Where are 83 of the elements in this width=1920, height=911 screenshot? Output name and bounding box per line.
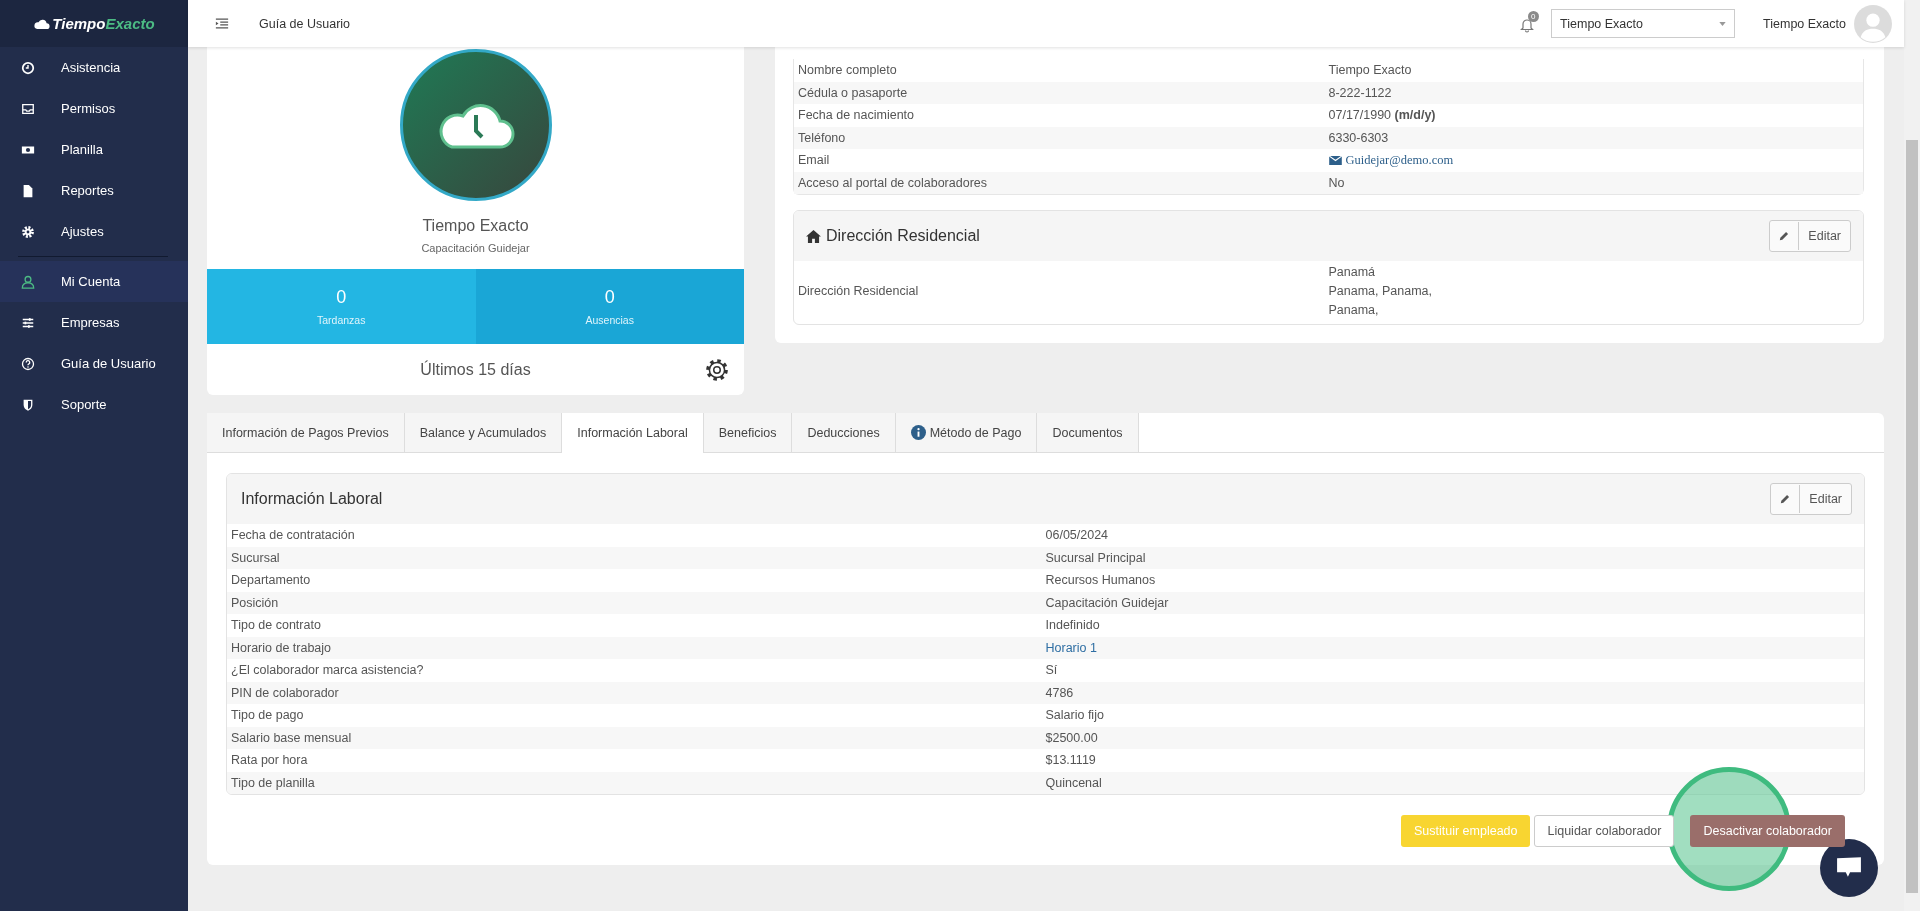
field-label: Nombre completo (798, 63, 898, 78)
field-value: Indefinido (1045, 618, 1101, 633)
field-label: Teléfono (798, 130, 847, 145)
edit-button[interactable]: Editar (1769, 220, 1851, 252)
stat-label: Tardanzas (317, 314, 366, 326)
profile-subtitle: Capacitación Guidejar (421, 242, 530, 254)
field-label: Tipo de pago (231, 708, 305, 723)
field-label: Rata por hora (231, 753, 309, 768)
field-value: 6330-6303 (1328, 130, 1390, 145)
sidebar-item[interactable]: Empresas (0, 302, 188, 343)
field-value: Capacitación Guidejar (1045, 595, 1170, 610)
field-link[interactable]: Horario 1 (1045, 640, 1097, 655)
email-link[interactable]: Guidejar@demo.com (1328, 152, 1454, 168)
home-icon (806, 229, 821, 243)
company-select[interactable]: Tiempo Exacto (1551, 9, 1736, 38)
stat-value: 0 (336, 287, 347, 308)
action-button[interactable]: Liquidar colaborador (1534, 815, 1675, 847)
field-value: 8-222-1122 (1328, 85, 1393, 100)
tab[interactable]: Documentos (1037, 413, 1139, 452)
address-line: Panamá (1328, 264, 1377, 281)
bell-icon (1519, 16, 1536, 33)
period-label: Últimos 15 días (420, 360, 531, 379)
field-label: Fecha de contratación (231, 528, 356, 543)
field-value: 4786 (1045, 685, 1075, 700)
tab[interactable]: Beneficios (703, 413, 793, 452)
field-label: Cédula o pasaporte (798, 85, 909, 100)
edit-button[interactable]: Editar (1770, 483, 1852, 515)
field-label: Tipo de planilla (231, 775, 316, 790)
field-value: $13.1119 (1045, 753, 1097, 768)
field-value: Recursos Humanos (1045, 573, 1157, 588)
field-label: Fecha de nacimiento (798, 108, 916, 123)
tab[interactable]: Deducciones (792, 413, 896, 452)
sidebar-item[interactable]: Reportes (0, 170, 188, 211)
cloud-icon (33, 17, 51, 30)
info-icon (910, 425, 926, 440)
field-value: Salario fijo (1045, 708, 1105, 723)
address-line: Panama, Panama, (1328, 283, 1434, 300)
address-line: Panama, (1328, 302, 1380, 319)
field-value: $2500.00 (1045, 730, 1099, 745)
profile-name: Tiempo Exacto (422, 217, 529, 235)
field-label: Horario de trabajo (231, 640, 333, 655)
field-label: Dirección Residencial (798, 283, 920, 300)
tab[interactable]: Información de Pagos Previos (207, 413, 405, 452)
field-value: No (1328, 175, 1346, 190)
tab[interactable]: Método de Pago (895, 413, 1038, 452)
settings-icon[interactable] (704, 356, 730, 383)
tab[interactable]: Balance y Acumulados (404, 413, 563, 452)
panel-title: Información Laboral (241, 490, 383, 508)
tab[interactable]: Información Laboral (562, 413, 704, 453)
action-button[interactable]: Desactivar colaborador (1690, 815, 1845, 847)
field-value: Quincenal (1045, 775, 1103, 790)
sidebar-item[interactable]: Planilla (0, 129, 188, 170)
field-value: Sí (1045, 663, 1059, 678)
scrollbar-thumb[interactable] (1906, 140, 1918, 893)
field-label: PIN de colaborador (231, 685, 340, 700)
stat-label: Ausencias (585, 314, 634, 326)
field-label: Salario base mensual (231, 730, 353, 745)
field-label: Email (798, 153, 831, 168)
stat-value: 0 (604, 287, 615, 308)
field-label: ¿El colaborador marca asistencia? (231, 663, 425, 678)
field-value: 06/05/2024 (1045, 528, 1110, 543)
page-title: Guía de Usuario (259, 16, 351, 31)
field-value: Tiempo Exacto (1328, 63, 1413, 78)
field-label: Posición (231, 595, 280, 610)
sidebar-item[interactable]: Guía de Usuario (0, 343, 188, 384)
envelope-icon (1328, 155, 1342, 165)
sidebar-item[interactable]: Permisos (0, 88, 188, 129)
notification-badge: 0 (1528, 10, 1539, 22)
sidebar-item[interactable]: Soporte (0, 384, 188, 425)
caret-icon (1719, 21, 1727, 26)
sidebar-item[interactable]: Mi Cuenta (0, 261, 188, 302)
panel-title: Dirección Residencial (826, 227, 980, 245)
field-value: 07/17/1990 (m/d/y) (1328, 108, 1437, 123)
field-label: Sucursal (231, 550, 281, 565)
brand-logo[interactable]: TiempoExacto (0, 0, 188, 47)
menu-icon[interactable] (215, 18, 229, 29)
field-value: Sucursal Principal (1045, 550, 1147, 565)
sidebar-item[interactable]: Ajustes (0, 211, 188, 252)
field-label: Tipo de contrato (231, 618, 322, 633)
user-name[interactable]: Tiempo Exacto (1763, 16, 1846, 31)
sidebar-item[interactable]: Asistencia (0, 47, 188, 88)
field-label: Acceso al portal de colaboradores (798, 175, 988, 190)
field-label: Departamento (231, 573, 312, 588)
